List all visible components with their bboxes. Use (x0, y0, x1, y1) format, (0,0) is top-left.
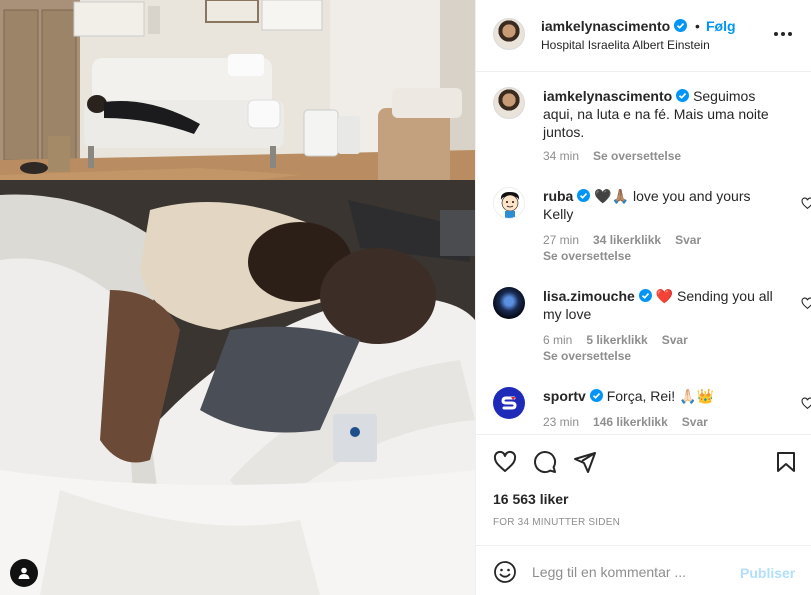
reply-button[interactable]: Svar (682, 415, 708, 429)
comment-translate[interactable]: Se oversettelse (543, 349, 631, 363)
post-timestamp[interactable]: FOR 34 MINUTTER SIDEN (493, 517, 620, 528)
comment-time[interactable]: 6 min (543, 333, 572, 347)
tagged-users-button[interactable] (10, 559, 38, 587)
follow-button[interactable]: Følg (706, 18, 736, 34)
comment-time[interactable]: 23 min (543, 415, 579, 429)
more-options-icon[interactable] (774, 24, 794, 44)
comment-body: ruba 🖤🙏🏽 love you and yours Kelly (543, 187, 783, 223)
verified-badge-icon (676, 89, 690, 102)
comment-likes[interactable]: 34 likerklikk (593, 233, 661, 247)
author-username[interactable]: iamkelynascimento (541, 18, 688, 34)
comment-meta: 23 min 146 likerklikk Svar (543, 415, 708, 429)
user-icon (18, 567, 30, 579)
comment-username[interactable]: lisa.zimouche (543, 288, 635, 304)
publish-button[interactable]: Publiser (740, 565, 795, 581)
comment-avatar[interactable] (493, 187, 525, 219)
post-header: iamkelynascimento • Følg Hospital Israel… (476, 0, 811, 72)
comment-body: sportv Força, Rei! 🙏🏻👑 (543, 387, 783, 405)
header-separator: • (695, 18, 700, 34)
comment-likes[interactable]: 5 likerklikk (586, 333, 647, 347)
comment-meta: 27 min 34 likerklikk Svar (543, 233, 701, 247)
post-photo[interactable] (0, 0, 475, 595)
lucy-cartoon-avatar (500, 192, 520, 218)
hospital-room-image (0, 0, 475, 595)
comment-username[interactable]: sportv (543, 388, 586, 404)
comment-item: ruba 🖤🙏🏽 love you and yours Kelly 27 min… (493, 187, 811, 267)
caption-translate[interactable]: Se oversettelse (593, 149, 681, 163)
comment-meta: 6 min 5 likerklikk Svar (543, 333, 688, 347)
author-username-text[interactable]: iamkelynascimento (541, 18, 670, 34)
caption: iamkelynascimento Seguimos aqui, na luta… (493, 87, 803, 167)
comment-item: lisa.zimouche ❤️ Sending you all my love… (493, 287, 811, 367)
reply-button[interactable]: Svar (675, 233, 701, 247)
likes-count[interactable]: 16 563 liker (493, 491, 569, 507)
comment-text: 🖤🙏🏽 love you and yours Kelly (543, 188, 751, 222)
sportv-logo-icon (501, 396, 517, 410)
heart-icon[interactable] (493, 450, 517, 474)
comment-avatar[interactable] (493, 287, 525, 319)
comment-time[interactable]: 27 min (543, 233, 579, 247)
post-sidebar: iamkelynascimento • Følg Hospital Israel… (475, 0, 811, 595)
share-icon[interactable] (573, 450, 597, 474)
comments-list[interactable]: iamkelynascimento Seguimos aqui, na luta… (476, 72, 811, 434)
comment-icon[interactable] (533, 450, 557, 474)
comment-like-icon[interactable] (801, 197, 811, 210)
comment-translate[interactable]: Se oversettelse (543, 249, 631, 263)
caption-avatar[interactable] (493, 87, 525, 119)
comment-input[interactable] (532, 560, 732, 584)
caption-username[interactable]: iamkelynascimento (543, 88, 672, 104)
verified-badge-icon (589, 389, 603, 402)
comment-like-icon[interactable] (801, 397, 811, 410)
verified-badge-icon (638, 289, 652, 302)
comment-body: lisa.zimouche ❤️ Sending you all my love (543, 287, 783, 323)
comment-composer: Publiser (476, 545, 811, 595)
location-link[interactable]: Hospital Israelita Albert Einstein (541, 38, 710, 52)
caption-time[interactable]: 34 min (543, 149, 579, 163)
comment-item: sportv Força, Rei! 🙏🏻👑 23 min 146 likerkl… (493, 387, 811, 434)
verified-badge-icon (577, 189, 591, 202)
caption-body: iamkelynascimento Seguimos aqui, na luta… (543, 87, 783, 141)
comment-username[interactable]: ruba (543, 188, 573, 204)
verified-badge-icon (674, 19, 688, 32)
bookmark-icon[interactable] (774, 450, 798, 474)
emoji-icon[interactable] (493, 560, 517, 584)
comment-like-icon[interactable] (801, 297, 811, 310)
caption-meta: 34 min Se oversettelse (543, 149, 681, 163)
comment-avatar[interactable] (493, 387, 525, 419)
author-avatar[interactable] (493, 18, 525, 50)
comment-likes[interactable]: 146 likerklikk (593, 415, 668, 429)
post-actions: 16 563 liker FOR 34 MINUTTER SIDEN (476, 434, 811, 544)
reply-button[interactable]: Svar (662, 333, 688, 347)
comment-text: Força, Rei! 🙏🏻👑 (606, 388, 714, 404)
